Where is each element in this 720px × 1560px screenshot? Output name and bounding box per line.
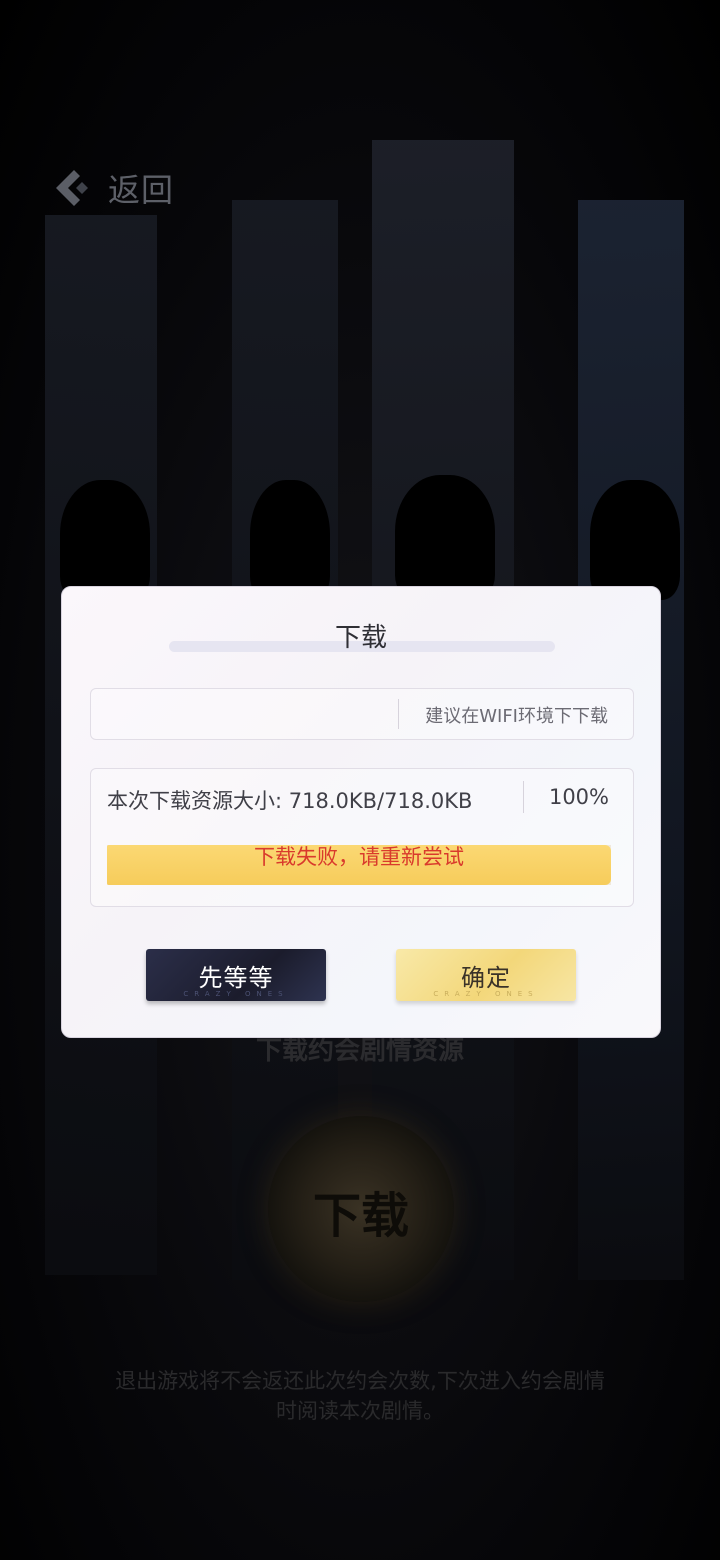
character-silhouette <box>250 480 330 600</box>
download-info-box: 本次下载资源大小: 718.0KB/718.0KB 100% 下载失败，请重新尝… <box>90 768 634 907</box>
wifi-tip: 建议在WIFI环境下下载 <box>425 706 608 727</box>
character-silhouette <box>395 475 495 600</box>
confirm-button-caption: CRAZY ONES <box>433 990 539 998</box>
progress-bar: 下载失败，请重新尝试 <box>107 845 611 885</box>
error-message: 下载失败，请重新尝试 <box>254 845 464 869</box>
character-silhouette <box>60 480 150 600</box>
tip-box: 建议在WIFI环境下下载 <box>90 688 634 740</box>
download-circle-button: 下载 <box>268 1116 454 1302</box>
confirm-button-label: 确定 <box>461 963 511 992</box>
dialog-title: 下载 <box>334 623 387 653</box>
download-circle-label: 下载 <box>312 1188 409 1244</box>
wait-button-label: 先等等 <box>198 963 274 992</box>
download-dialog: 下载 建议在WIFI环境下下载 本次下载资源大小: 718.0KB/718.0K… <box>61 586 661 1038</box>
download-percent: 100% <box>548 785 609 809</box>
back-button[interactable]: 返回 <box>52 168 175 209</box>
character-silhouette <box>590 480 680 600</box>
confirm-button[interactable]: 确定 CRAZY ONES <box>396 949 576 1001</box>
background-note: 退出游戏将不会返还此次约会次数,下次进入约会剧情时阅读本次剧情。 <box>115 1369 605 1423</box>
back-arrow-icon <box>56 170 88 206</box>
resource-size: 本次下载资源大小: 718.0KB/718.0KB <box>107 789 473 813</box>
divider <box>523 781 524 813</box>
wait-button[interactable]: 先等等 CRAZY ONES <box>146 949 326 1001</box>
wait-button-caption: CRAZY ONES <box>183 990 289 998</box>
back-label: 返回 <box>108 171 175 209</box>
divider <box>398 699 399 729</box>
